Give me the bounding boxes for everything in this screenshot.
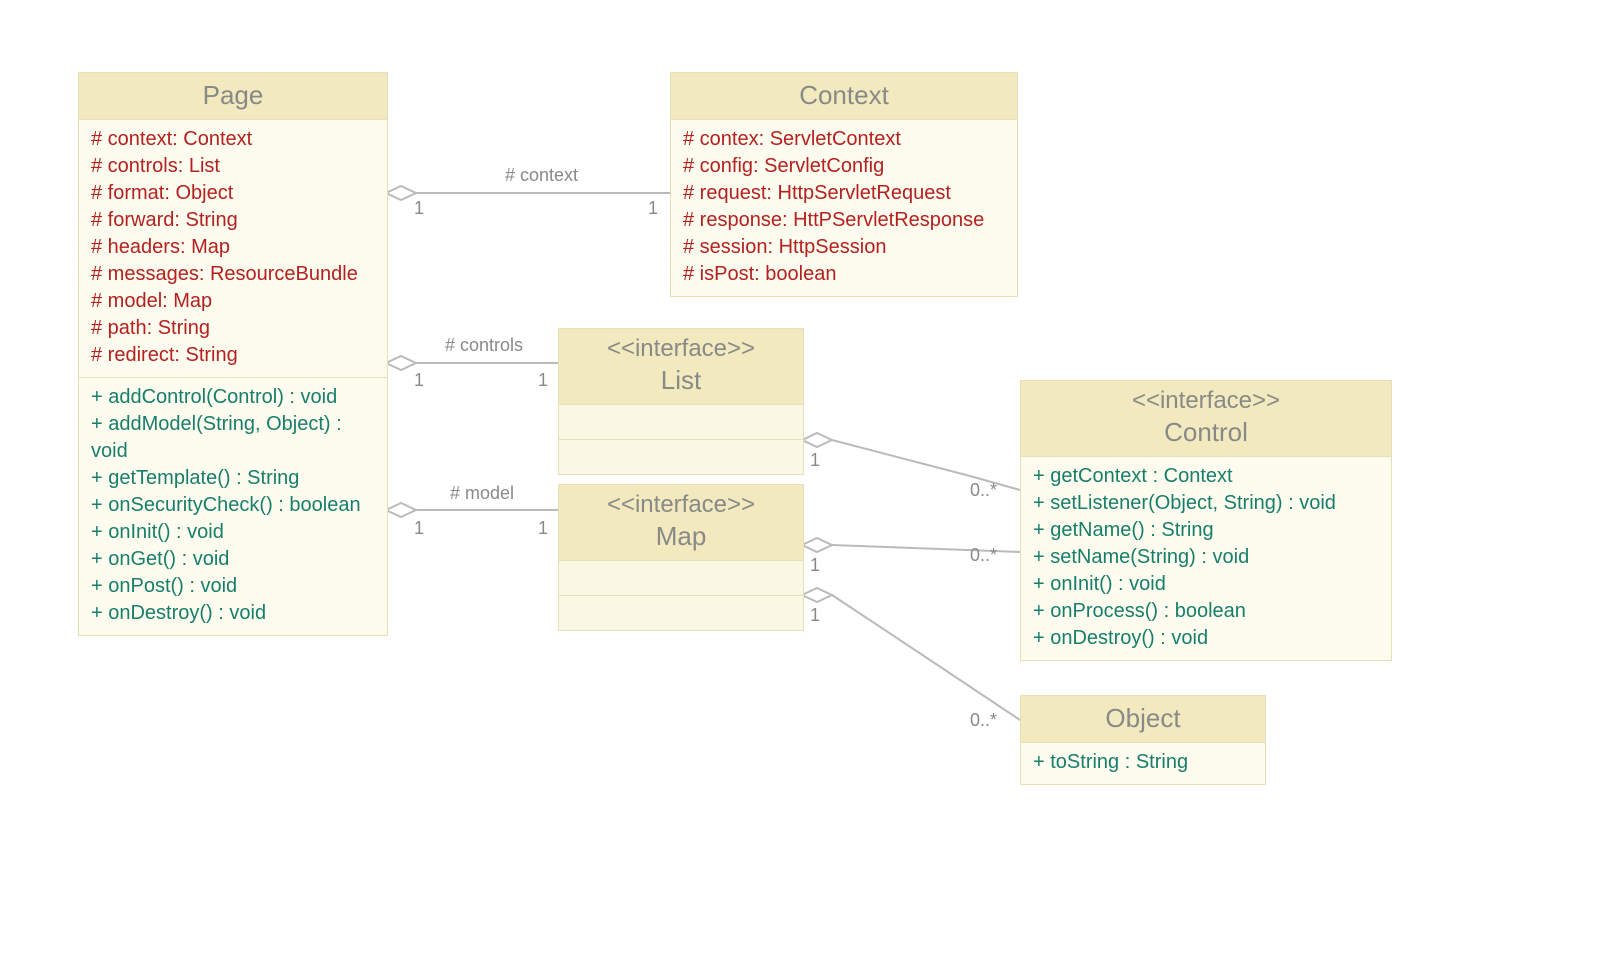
label-controls: # controls	[445, 335, 523, 356]
class-context-attrs: # contex: ServletContext # config: Servl…	[671, 120, 1017, 296]
class-list-empty2	[559, 440, 803, 474]
mult-map-object-many: 0..*	[970, 710, 997, 731]
class-list-empty1	[559, 405, 803, 440]
class-map-empty2	[559, 596, 803, 630]
class-list: <<interface>> List	[558, 328, 804, 475]
class-map: <<interface>> Map	[558, 484, 804, 631]
class-map-empty1	[559, 561, 803, 596]
class-page-meths: + addControl(Control) : void + addModel(…	[79, 378, 387, 635]
mult-list-control-many: 0..*	[970, 480, 997, 501]
class-object-meths: + toString : String	[1021, 743, 1265, 784]
class-context: Context # contex: ServletContext # confi…	[670, 72, 1018, 297]
class-page: Page # context: Context # controls: List…	[78, 72, 388, 636]
mult-map-control-many: 0..*	[970, 545, 997, 566]
class-control-title: <<interface>> Control	[1021, 381, 1391, 457]
mult-list-control-1: 1	[810, 450, 820, 471]
class-context-title: Context	[671, 73, 1017, 120]
class-control: <<interface>> Control + getContext : Con…	[1020, 380, 1392, 661]
label-context: # context	[505, 165, 578, 186]
mult-page-context-1a: 1	[414, 198, 424, 219]
class-map-title: <<interface>> Map	[559, 485, 803, 561]
mult-page-map-1b: 1	[538, 518, 548, 539]
mult-map-object-1: 1	[810, 605, 820, 626]
class-control-meths: + getContext : Context + setListener(Obj…	[1021, 457, 1391, 660]
mult-page-list-1a: 1	[414, 370, 424, 391]
mult-page-context-1b: 1	[648, 198, 658, 219]
mult-page-list-1b: 1	[538, 370, 548, 391]
label-model: # model	[450, 483, 514, 504]
mult-map-control-1: 1	[810, 555, 820, 576]
uml-canvas: # context 1 1 # controls 1 1 # model 1 1…	[0, 0, 1616, 962]
class-object: Object + toString : String	[1020, 695, 1266, 785]
mult-page-map-1a: 1	[414, 518, 424, 539]
class-page-title: Page	[79, 73, 387, 120]
class-page-attrs: # context: Context # controls: List # fo…	[79, 120, 387, 378]
class-list-title: <<interface>> List	[559, 329, 803, 405]
class-object-title: Object	[1021, 696, 1265, 743]
